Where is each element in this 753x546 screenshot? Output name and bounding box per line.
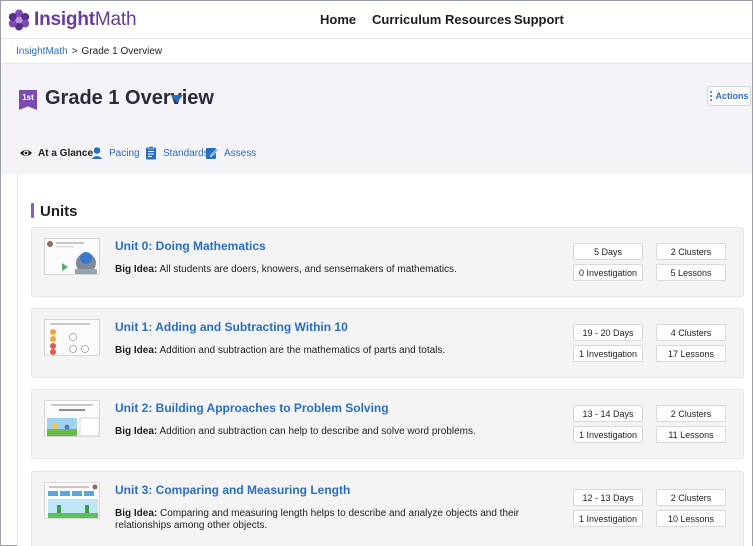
breadcrumb-separator: > bbox=[71, 46, 78, 57]
unit-lessons-badge: 11 Lessons bbox=[656, 426, 726, 443]
unit-3-thumbnail-image bbox=[48, 484, 98, 518]
nav-home[interactable]: Home bbox=[320, 12, 356, 27]
unit-title-link[interactable]: Unit 2: Building Approaches to Problem S… bbox=[115, 401, 389, 415]
kebab-icon bbox=[709, 91, 712, 101]
unit-title-link[interactable]: Unit 3: Comparing and Measuring Length bbox=[115, 483, 350, 497]
unit-clusters-badge: 2 Clusters bbox=[656, 243, 726, 260]
unit-thumbnail[interactable] bbox=[44, 319, 100, 356]
unit-0-thumbnail-image bbox=[47, 241, 97, 274]
assess-icon bbox=[206, 148, 219, 159]
unit-big-idea: Big Idea: Addition and subtraction can h… bbox=[115, 426, 565, 438]
brand-logo[interactable]: InsightMath bbox=[8, 8, 137, 32]
breadcrumb-root-link[interactable]: InsightMath bbox=[16, 46, 68, 57]
unit-card: Unit 3: Comparing and Measuring Length B… bbox=[31, 471, 744, 546]
tab-label: Assess bbox=[224, 147, 257, 159]
unit-investigations-badge: 0 Investigation bbox=[573, 264, 643, 281]
unit-clusters-badge: 4 Clusters bbox=[656, 324, 726, 341]
big-idea-label: Big Idea: bbox=[115, 426, 158, 437]
person-icon bbox=[91, 147, 103, 159]
unit-card: Unit 1: Adding and Subtracting Within 10… bbox=[31, 308, 744, 378]
nav-resources[interactable]: Resources bbox=[445, 12, 511, 27]
tab-standards[interactable]: Standards bbox=[144, 146, 209, 160]
unit-thumbnail[interactable] bbox=[44, 400, 100, 437]
unit-big-idea: Big Idea: Comparing and measuring length… bbox=[115, 508, 565, 532]
tab-pacing[interactable]: Pacing bbox=[90, 146, 140, 160]
clipboard-icon bbox=[146, 146, 156, 160]
breadcrumb-current: Grade 1 Overview bbox=[81, 46, 163, 57]
page-title: Grade 1 Overview bbox=[45, 87, 214, 109]
unit-big-idea: Big Idea: Addition and subtraction are t… bbox=[115, 345, 565, 357]
unit-investigations-badge: 1 Investigation bbox=[573, 426, 643, 443]
unit-thumbnail[interactable] bbox=[44, 238, 100, 275]
unit-card: Unit 0: Doing Mathematics Big Idea: All … bbox=[31, 227, 744, 297]
logo-flower-icon bbox=[8, 9, 30, 31]
tab-label: Standards bbox=[163, 147, 209, 159]
tab-label: Pacing bbox=[109, 147, 140, 159]
nav-support[interactable]: Support bbox=[514, 12, 564, 27]
unit-days-badge: 19 - 20 Days bbox=[573, 324, 643, 341]
unit-title-link[interactable]: Unit 1: Adding and Subtracting Within 10 bbox=[115, 320, 348, 334]
unit-title-link[interactable]: Unit 0: Doing Mathematics bbox=[115, 239, 266, 253]
unit-2-thumbnail-image bbox=[47, 404, 99, 436]
brand-math: Math bbox=[94, 9, 137, 30]
actions-label: Actions bbox=[715, 91, 749, 101]
unit-big-idea: Big Idea: All students are doers, knower… bbox=[115, 264, 565, 276]
unit-1-thumbnail-image bbox=[50, 323, 90, 355]
unit-days-badge: 5 Days bbox=[573, 243, 643, 260]
big-idea-label: Big Idea: bbox=[115, 264, 158, 275]
units-heading: Units bbox=[40, 203, 78, 220]
big-idea-text: Comparing and measuring length helps to … bbox=[115, 508, 520, 531]
unit-thumbnail[interactable] bbox=[44, 482, 100, 519]
unit-lessons-badge: 17 Lessons bbox=[656, 345, 726, 362]
big-idea-text: All students are doers, knowers, and sen… bbox=[159, 264, 457, 275]
nav-curriculum[interactable]: Curriculum bbox=[372, 12, 441, 27]
unit-clusters-badge: 2 Clusters bbox=[656, 489, 726, 506]
units-accent-bar bbox=[31, 203, 34, 218]
unit-days-badge: 13 - 14 Days bbox=[573, 405, 643, 422]
unit-lessons-badge: 10 Lessons bbox=[656, 510, 726, 527]
big-idea-label: Big Idea: bbox=[115, 508, 158, 519]
unit-days-badge: 12 - 13 Days bbox=[573, 489, 643, 506]
unit-lessons-badge: 5 Lessons bbox=[656, 264, 726, 281]
big-idea-label: Big Idea: bbox=[115, 345, 158, 356]
brand-insight: Insight bbox=[34, 9, 95, 30]
brand-name: InsightMath bbox=[34, 9, 137, 31]
tab-assess[interactable]: Assess bbox=[205, 146, 256, 160]
eye-icon bbox=[20, 150, 32, 156]
breadcrumb: InsightMath > Grade 1 Overview bbox=[16, 46, 162, 57]
unit-clusters-badge: 2 Clusters bbox=[656, 405, 726, 422]
unit-investigations-badge: 1 Investigation bbox=[573, 345, 643, 362]
big-idea-text: Addition and subtraction can help to des… bbox=[159, 426, 476, 437]
unit-card: Unit 2: Building Approaches to Problem S… bbox=[31, 389, 744, 459]
unit-investigations-badge: 1 Investigation bbox=[573, 510, 643, 527]
actions-button[interactable]: Actions bbox=[707, 86, 751, 106]
title-dropdown-caret-icon[interactable] bbox=[171, 95, 183, 103]
big-idea-text: Addition and subtraction are the mathema… bbox=[159, 345, 446, 356]
tab-label: At a Glance bbox=[38, 147, 94, 159]
tab-at-a-glance[interactable]: At a Glance bbox=[19, 146, 93, 160]
top-navigation: InsightMath Home Curriculum Resources Su… bbox=[1, 1, 752, 39]
